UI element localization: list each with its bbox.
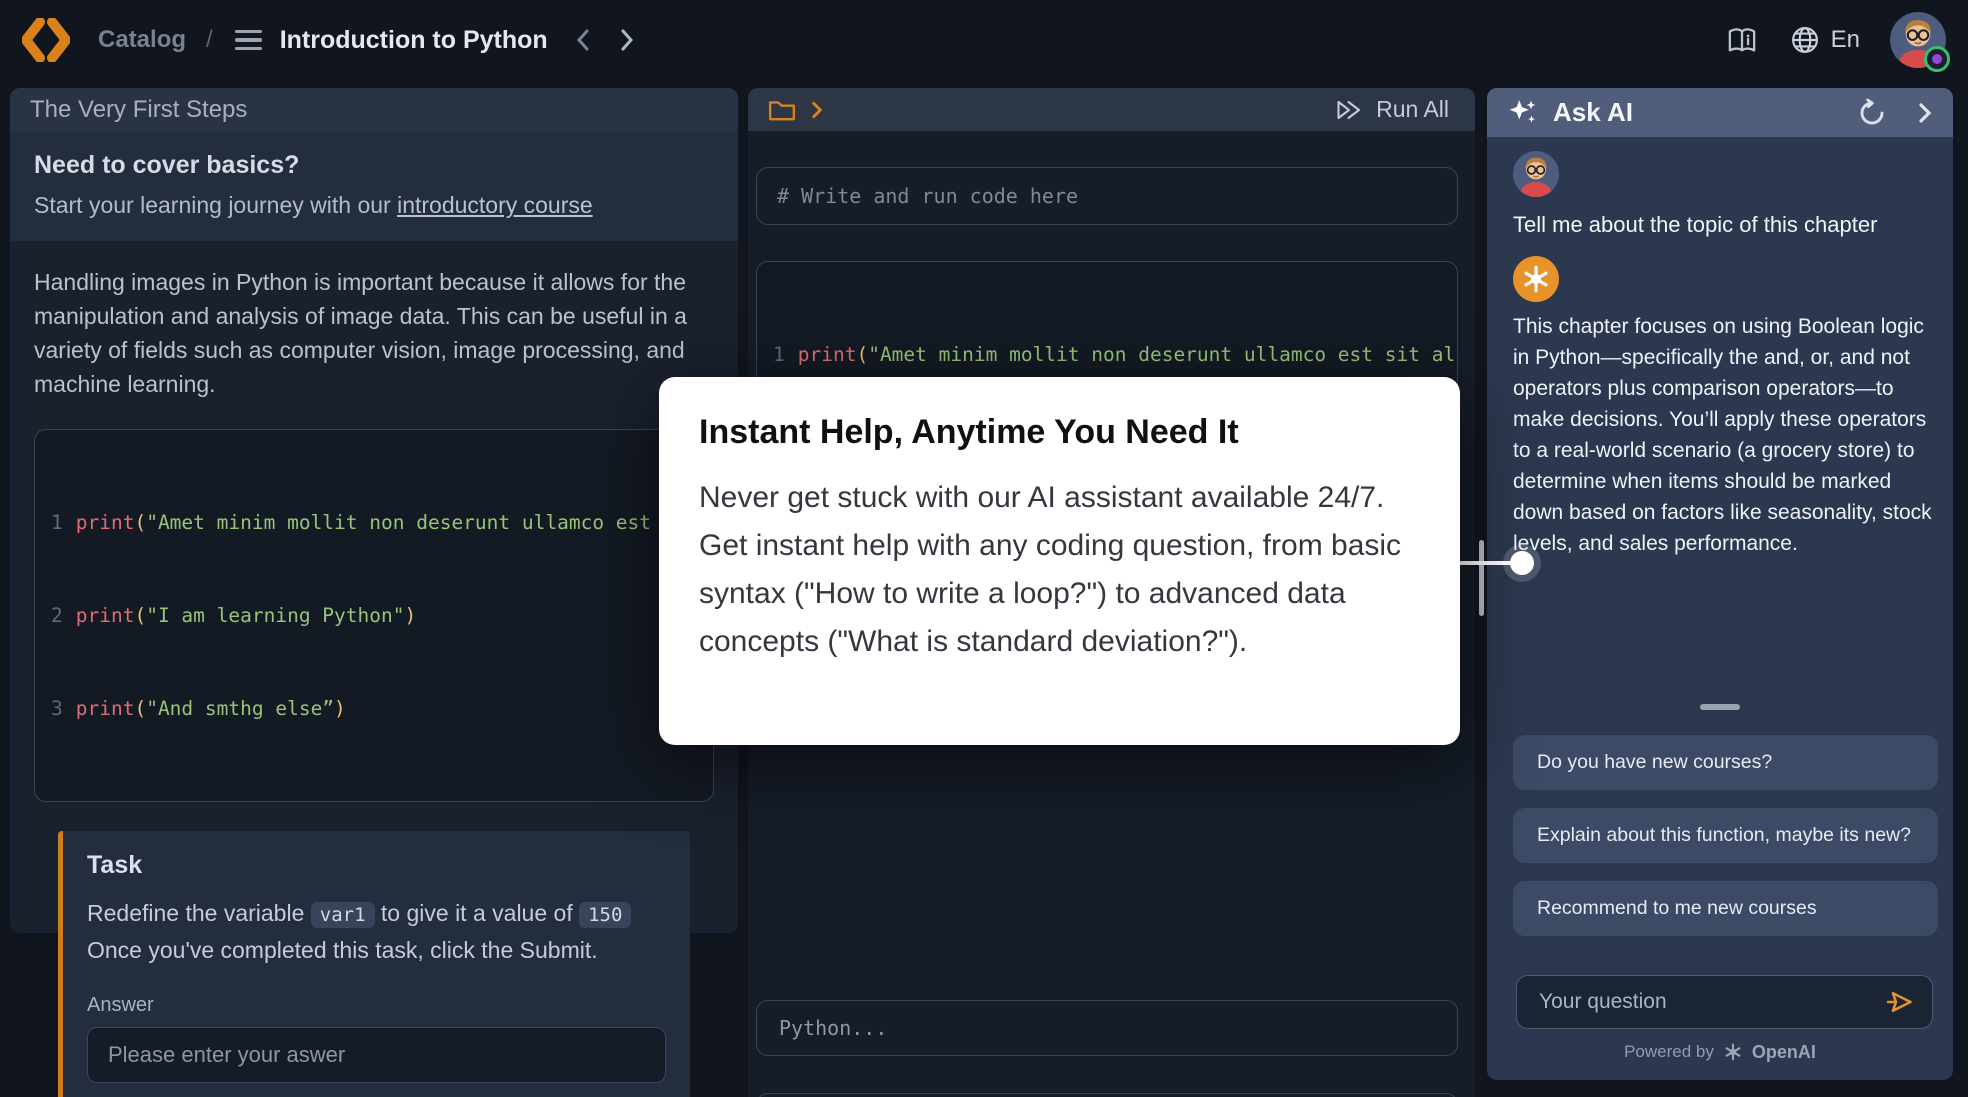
language-label: En — [1831, 26, 1860, 54]
python-cell[interactable]: Python... — [756, 1093, 1458, 1097]
tooltip-body: Never get stuck with our AI assistant av… — [699, 474, 1420, 666]
chat-thread: Tell me about the topic of this chapter … — [1487, 137, 1953, 559]
answer-input[interactable] — [87, 1027, 666, 1083]
run-all-button[interactable]: Run All — [1328, 95, 1455, 124]
lesson-content: Handling images in Python is important b… — [10, 241, 738, 1097]
tooltip-connector-dot — [1510, 551, 1534, 575]
python-cell[interactable]: Python... — [756, 1000, 1458, 1056]
basics-callout: Need to cover basics? Start your learnin… — [10, 131, 738, 241]
code-line: 2print("I am learning Python") — [51, 600, 697, 631]
user-avatar[interactable] — [1890, 12, 1946, 68]
language-switcher[interactable]: En — [1789, 24, 1860, 56]
basics-heading: Need to cover basics? — [34, 151, 714, 180]
chapters-menu-icon[interactable] — [235, 30, 262, 51]
chat-user-avatar — [1513, 151, 1559, 197]
expand-chevron-icon[interactable] — [810, 100, 824, 120]
onboarding-tooltip: Instant Help, Anytime You Need It Never … — [659, 377, 1460, 745]
user-message: Tell me about the topic of this chapter — [1513, 212, 1931, 238]
page-title: Introduction to Python — [280, 26, 548, 55]
send-button[interactable] — [1884, 988, 1916, 1016]
ask-ai-header: Ask AI — [1487, 88, 1953, 137]
lesson-panel-header: The Very First Steps — [10, 88, 738, 131]
top-bar: Catalog / Introduction to Python — [0, 0, 1968, 80]
lesson-code-block: 1print("Amet minim mollit non deserunt u… — [34, 429, 714, 802]
lesson-panel: The Very First Steps Need to cover basic… — [10, 88, 738, 933]
task-code-value: 150 — [579, 902, 631, 928]
ask-ai-panel: Ask AI Tell me about the topic of this c… — [1487, 88, 1953, 1080]
code-line: 1print("Amet minim mollit non deserunt u… — [773, 339, 1441, 370]
task-description: Redefine the variable var1 to give it a … — [87, 896, 666, 968]
suggested-questions: Do you have new courses? Explain about t… — [1513, 735, 1938, 936]
brand-logo-icon[interactable] — [22, 18, 70, 62]
openai-avatar — [1513, 256, 1559, 302]
breadcrumb-separator: / — [206, 26, 213, 54]
answer-label: Answer — [87, 994, 666, 1017]
task-code-var: var1 — [311, 902, 375, 928]
ask-ai-title: Ask AI — [1553, 97, 1633, 128]
openai-logo-icon — [1519, 262, 1553, 296]
app-window: Catalog / Introduction to Python — [0, 0, 1968, 1097]
panel-scrollbar-thumb[interactable] — [1479, 540, 1484, 616]
folder-icon[interactable] — [768, 98, 796, 122]
tooltip-connector-line — [1455, 561, 1515, 565]
task-heading: Task — [87, 851, 666, 880]
avatar-status-badge — [1924, 46, 1950, 72]
question-input-row — [1516, 975, 1933, 1029]
reset-chat-icon[interactable] — [1857, 98, 1887, 128]
sparkles-icon — [1507, 97, 1539, 129]
next-chapter-icon[interactable] — [618, 27, 636, 53]
run-all-icon — [1334, 99, 1364, 121]
introductory-course-link[interactable]: introductory course — [397, 192, 593, 218]
globe-icon — [1789, 24, 1821, 56]
docs-book-icon[interactable] — [1725, 25, 1759, 55]
prev-chapter-icon[interactable] — [574, 27, 592, 53]
openai-logo-small-icon — [1722, 1041, 1744, 1063]
openai-brand: OpenAI — [1752, 1042, 1816, 1063]
suggestion-chip[interactable]: Recommend to me new courses — [1513, 881, 1938, 936]
lesson-paragraph: Handling images in Python is important b… — [34, 265, 724, 401]
powered-by: Powered by OpenAI — [1487, 1041, 1953, 1063]
code-line: 3print("And smthg else”) — [51, 693, 697, 724]
new-code-cell[interactable]: # Write and run code here — [756, 167, 1458, 225]
suggestion-chip[interactable]: Explain about this function, maybe its n… — [1513, 808, 1938, 863]
ai-message: This chapter focuses on using Boolean lo… — [1513, 311, 1941, 559]
editor-toolbar: Run All — [748, 88, 1475, 131]
send-icon — [1884, 988, 1916, 1016]
code-line: 1print("Amet minim mollit non deserunt u… — [51, 507, 697, 538]
drag-handle[interactable] — [1700, 704, 1740, 710]
basics-text: Start your learning journey with our int… — [34, 192, 714, 219]
run-all-label: Run All — [1376, 96, 1449, 123]
lesson-title: The Very First Steps — [30, 96, 247, 124]
breadcrumb-catalog[interactable]: Catalog — [98, 26, 186, 54]
tooltip-title: Instant Help, Anytime You Need It — [699, 413, 1420, 452]
task-card: Task Redefine the variable var1 to give … — [58, 831, 690, 1097]
collapse-panel-icon[interactable] — [1917, 101, 1933, 125]
question-input[interactable] — [1537, 989, 1884, 1015]
suggestion-chip[interactable]: Do you have new courses? — [1513, 735, 1938, 790]
